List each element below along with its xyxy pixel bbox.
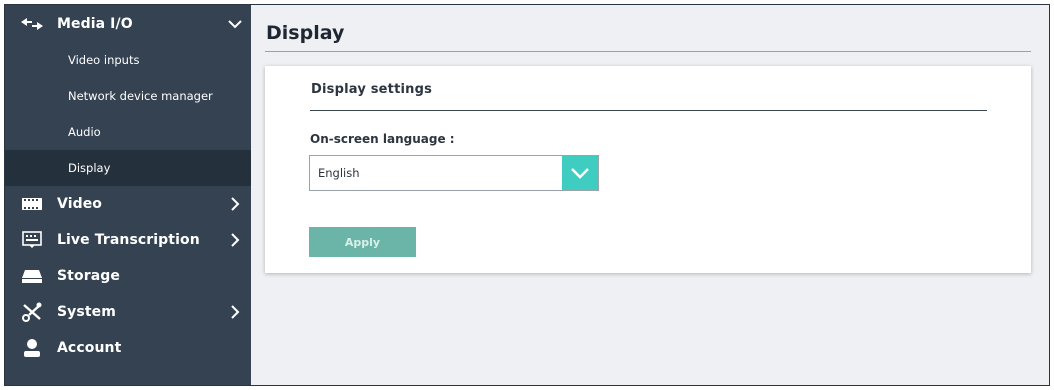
sidebar-item-display[interactable]: Display	[5, 150, 251, 186]
card-divider	[310, 110, 987, 111]
nav-account[interactable]: Account	[5, 330, 251, 366]
nav-storage[interactable]: Storage	[5, 258, 251, 294]
nav-system[interactable]: System	[5, 294, 251, 330]
nav-video-label: Video	[57, 196, 103, 212]
user-icon	[19, 338, 45, 358]
nav-account-label: Account	[57, 340, 122, 356]
nav-storage-label: Storage	[57, 268, 120, 284]
sidebar-item-audio[interactable]: Audio	[5, 114, 251, 150]
keyboard-icon	[19, 230, 45, 250]
card-heading: Display settings	[311, 82, 433, 97]
apply-button[interactable]: Apply	[309, 227, 416, 257]
title-divider	[265, 51, 1031, 52]
nav-media-io-label: Media I/O	[57, 15, 133, 32]
nav-video[interactable]: Video	[5, 186, 251, 222]
display-settings-card: Display settings On-screen language : En…	[265, 66, 1031, 273]
language-select-value: English	[318, 166, 360, 180]
app-frame: Media I/O Video inputs Network device ma…	[4, 4, 1050, 386]
nav-media-io[interactable]: Media I/O	[5, 5, 251, 42]
main-panel: Display Display settings On-screen langu…	[251, 5, 1049, 385]
sidebar-item-network-device-manager[interactable]: Network device manager	[5, 78, 251, 114]
nav-live-transcription-label: Live Transcription	[57, 232, 200, 248]
chevron-right-icon	[227, 304, 243, 320]
chevron-right-icon	[227, 196, 243, 212]
sidebar: Media I/O Video inputs Network device ma…	[5, 5, 251, 385]
page-title: Display	[266, 22, 345, 44]
chevron-down-icon	[227, 16, 243, 32]
nav-system-label: System	[57, 304, 116, 320]
film-icon	[19, 194, 45, 214]
drive-icon	[19, 266, 45, 286]
chevron-right-icon	[227, 232, 243, 248]
nav-live-transcription[interactable]: Live Transcription	[5, 222, 251, 258]
language-label: On-screen language :	[310, 132, 455, 146]
language-select[interactable]: English	[309, 155, 599, 191]
sidebar-item-video-inputs[interactable]: Video inputs	[5, 42, 251, 78]
chevron-down-icon[interactable]	[562, 156, 598, 190]
tools-icon	[19, 302, 45, 322]
arrows-icon	[19, 14, 45, 34]
